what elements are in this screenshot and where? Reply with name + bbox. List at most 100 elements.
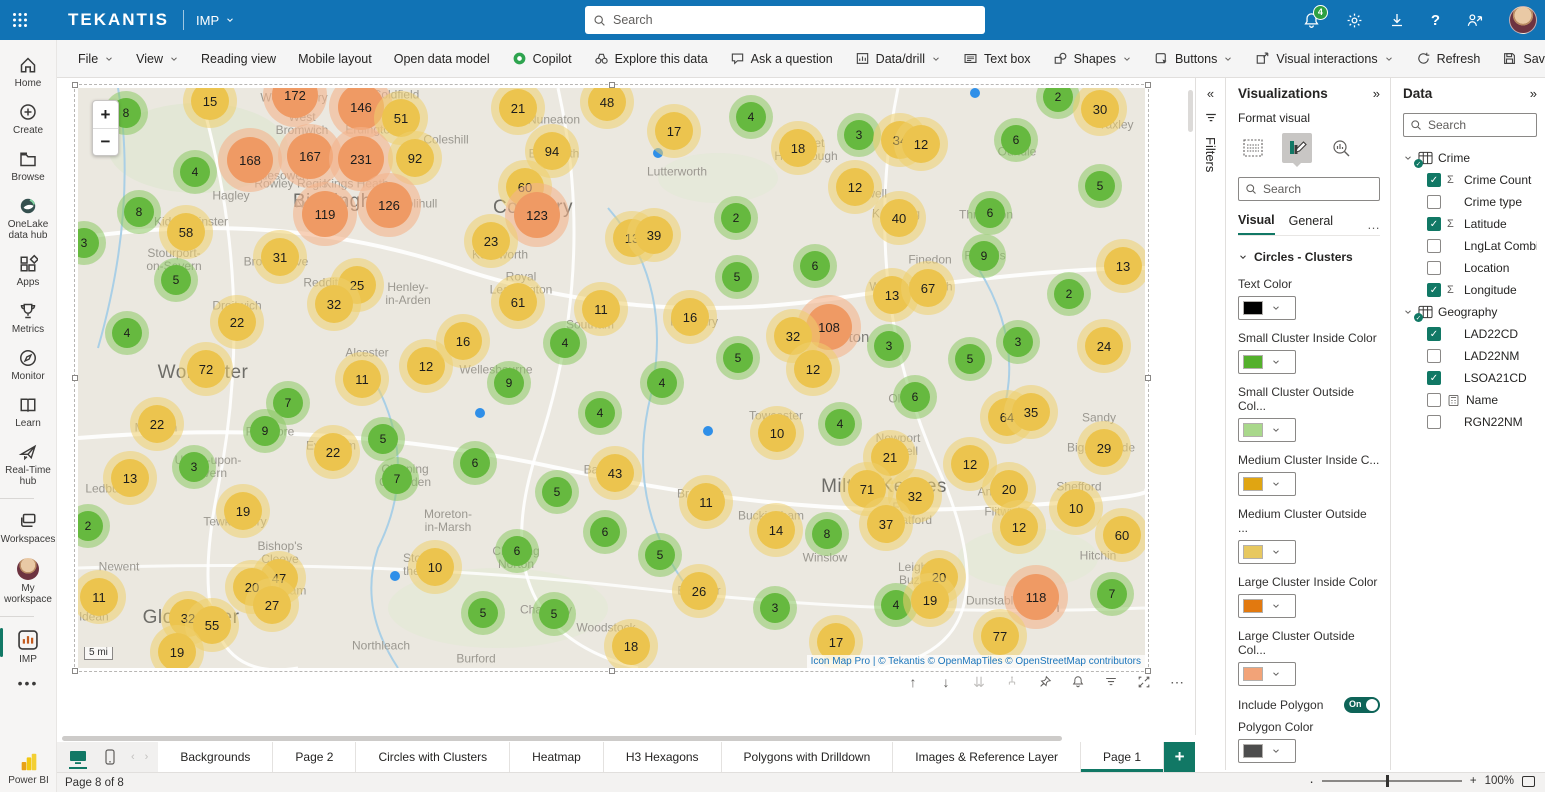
map-cluster[interactable]: 5 [535, 470, 579, 514]
field-checkbox[interactable]: ✓ [1427, 217, 1441, 231]
field-checkbox[interactable] [1427, 239, 1441, 253]
field-checkbox[interactable] [1427, 349, 1441, 363]
toggle-include-polygon[interactable]: On [1344, 697, 1380, 713]
tab-general[interactable]: General [1289, 214, 1333, 234]
data-field-lad22nm[interactable]: LAD22NM [1403, 345, 1537, 367]
map-cluster[interactable]: 26 [672, 564, 726, 618]
map-cluster[interactable]: 4 [578, 391, 622, 435]
fit-to-page-icon[interactable] [1522, 776, 1535, 787]
map-cluster[interactable]: 6 [583, 510, 627, 554]
page-tab-images-reference-layer[interactable]: Images & Reference Layer [893, 742, 1081, 772]
map-attribution[interactable]: Icon Map Pro | © Tekantis © OpenMapTiles… [807, 655, 1145, 668]
new-page-button[interactable]: + [1164, 742, 1195, 772]
filters-applied-icon[interactable] [1103, 674, 1119, 690]
map-cluster[interactable]: 8 [117, 190, 161, 234]
map-cluster[interactable]: 22 [130, 397, 184, 451]
map-cluster[interactable]: 31 [253, 230, 307, 284]
analytics-button[interactable] [1326, 133, 1356, 163]
map-cluster[interactable]: 3 [753, 586, 797, 630]
zoom-out-icon[interactable]: · [1309, 773, 1314, 789]
map-cluster[interactable]: 7 [375, 457, 419, 501]
data-field-crime-type[interactable]: Crime type [1403, 191, 1537, 213]
map-cluster[interactable]: 4 [173, 150, 217, 194]
map-cluster[interactable]: 11 [679, 475, 733, 529]
data-field-name[interactable]: Name [1403, 389, 1537, 411]
global-search-input[interactable]: Search [585, 6, 985, 34]
collapse-visualizations-icon[interactable]: » [1373, 86, 1380, 101]
map-cluster[interactable]: 60 [1095, 508, 1145, 562]
map-point-marker[interactable] [390, 571, 400, 581]
map-cluster[interactable]: 19 [216, 484, 270, 538]
zoom-in-button[interactable]: + [93, 101, 118, 128]
zoom-out-button[interactable]: − [93, 128, 118, 155]
map-cluster[interactable]: 12 [992, 500, 1046, 554]
map-cluster[interactable]: 119 [293, 182, 357, 246]
map-cluster[interactable]: 5 [948, 337, 992, 381]
workspace-switcher[interactable]: IMP [196, 13, 235, 28]
pin-visual-icon[interactable] [1037, 674, 1053, 690]
map-cluster[interactable]: 61 [491, 275, 545, 329]
map-cluster[interactable]: 16 [436, 314, 490, 368]
map-cluster[interactable]: 48 [580, 88, 634, 129]
map-cluster[interactable]: 4 [729, 95, 773, 139]
map-cluster[interactable]: 5 [461, 591, 505, 635]
map-cluster[interactable]: 35 [1004, 385, 1058, 439]
sidebar-item-real-time-hub[interactable]: Real-Time hub [0, 435, 57, 493]
map-cluster[interactable]: 2 [78, 504, 110, 548]
map-cluster[interactable]: 29 [1077, 421, 1131, 475]
waffle-menu-icon[interactable] [0, 0, 40, 40]
map-cluster[interactable]: 40 [872, 191, 926, 245]
map-cluster[interactable]: 14 [749, 503, 803, 557]
desktop-layout-button[interactable] [67, 742, 89, 772]
map-cluster[interactable]: 19 [903, 573, 957, 627]
map-cluster[interactable]: 2 [714, 196, 758, 240]
sidebar-item-imp[interactable]: IMP [0, 622, 57, 671]
data-field-lad22cd[interactable]: ✓ LAD22CD [1403, 323, 1537, 345]
map-cluster[interactable]: 6 [893, 375, 937, 419]
settings-button[interactable] [1346, 12, 1363, 29]
map-cluster[interactable]: 24 [1077, 319, 1131, 373]
map-cluster[interactable]: 11 [78, 570, 126, 624]
format-visual-button[interactable] [1282, 133, 1312, 163]
data-field-location[interactable]: Location [1403, 257, 1537, 279]
map-cluster[interactable]: 67 [901, 261, 955, 315]
menu-item-text-box[interactable]: Text box [954, 46, 1040, 71]
field-checkbox[interactable] [1427, 195, 1441, 209]
data-table-crime[interactable]: ✓Crime [1403, 147, 1537, 169]
map-cluster[interactable]: 6 [495, 529, 539, 573]
map-cluster[interactable]: 12 [786, 342, 840, 396]
menu-item-buttons[interactable]: Buttons [1145, 46, 1242, 71]
sidebar-item-metrics[interactable]: Metrics [0, 294, 57, 341]
map-cluster[interactable]: 3 [867, 324, 911, 368]
color-picker-text-color[interactable] [1238, 296, 1296, 320]
filters-pane-label[interactable]: Filters [1203, 137, 1218, 172]
menu-item-data-drill[interactable]: Data/drill [846, 46, 950, 71]
sidebar-item-more[interactable]: ••• [0, 671, 57, 694]
map-cluster[interactable]: 6 [968, 191, 1012, 235]
map-cluster[interactable]: 9 [962, 234, 1006, 278]
map-cluster[interactable]: 39 [627, 208, 681, 262]
build-visual-button[interactable] [1238, 133, 1268, 163]
map-cluster[interactable]: 12 [894, 117, 948, 171]
map-cluster[interactable]: 10 [1049, 481, 1103, 535]
sidebar-item-monitor[interactable]: Monitor [0, 341, 57, 388]
map-cluster[interactable]: 5 [638, 533, 682, 577]
field-checkbox[interactable] [1427, 415, 1441, 429]
map-cluster[interactable]: 6 [793, 244, 837, 288]
drill-down-icon[interactable]: ↓ [938, 674, 954, 690]
mobile-layout-button[interactable] [99, 742, 121, 772]
map-point-marker[interactable] [970, 88, 980, 98]
page-tab-page-2[interactable]: Page 2 [273, 742, 356, 772]
map-point-marker[interactable] [475, 408, 485, 418]
color-picker-small-cluster-outside-col[interactable] [1238, 418, 1296, 442]
field-checkbox[interactable]: ✓ [1427, 371, 1441, 385]
prev-page-icon[interactable]: ‹ [131, 751, 135, 763]
page-tab-page-1[interactable]: Page 1 [1081, 742, 1164, 772]
field-checkbox[interactable]: ✓ [1427, 327, 1441, 341]
go-to-next-level-icon[interactable]: ⇊ [971, 674, 987, 690]
menu-item-view[interactable]: View [127, 47, 188, 71]
map-cluster[interactable]: 7 [1090, 572, 1134, 616]
alert-icon[interactable] [1070, 674, 1086, 690]
page-tab-backgrounds[interactable]: Backgrounds [158, 742, 273, 772]
map-cluster[interactable]: 15 [183, 88, 237, 128]
